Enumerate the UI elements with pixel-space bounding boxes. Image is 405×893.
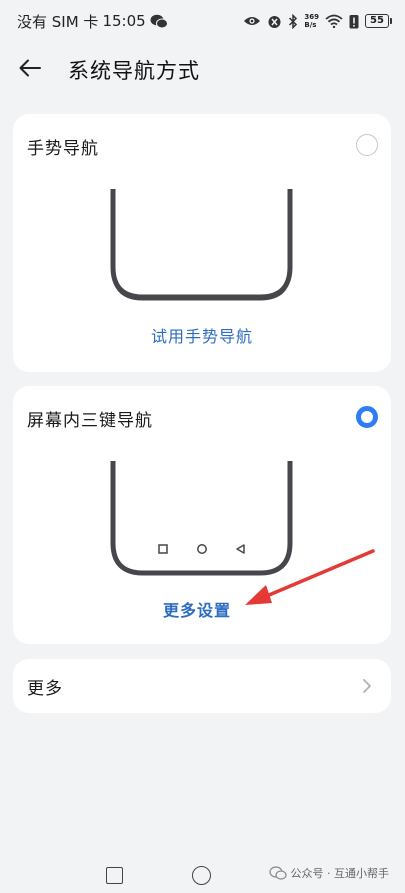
three-key-navigation-option[interactable]: 屏幕内三键导航 更多设置 — [13, 386, 391, 644]
page-title: 系统导航方式 — [68, 59, 200, 83]
more-label: 更多 — [27, 678, 63, 699]
arrow-left-icon — [18, 58, 42, 82]
clock: 15:05 — [102, 12, 146, 30]
status-bar: 没有 SIM 卡 15:05 369 B/s 55 — [0, 0, 405, 42]
net-speed-value: 369 — [304, 13, 319, 21]
status-right: 369 B/s 55 — [243, 13, 392, 29]
home-button[interactable] — [192, 866, 211, 885]
three-key-phone-illustration — [110, 461, 293, 578]
option-title: 手势导航 — [27, 139, 99, 159]
system-nav-bar: 公众号 · 互通小帮手 — [0, 858, 405, 893]
nav-home-glyph — [197, 544, 207, 554]
eye-icon — [243, 15, 261, 27]
nav-recents-glyph — [158, 544, 168, 554]
battery-level: 55 — [365, 14, 392, 28]
header: 系统导航方式 — [0, 48, 405, 92]
three-key-radio[interactable] — [356, 406, 378, 428]
watermark: 公众号 · 互通小帮手 — [268, 865, 390, 881]
network-speed: 369 B/s — [304, 13, 319, 29]
sim-status: 没有 SIM 卡 — [17, 12, 99, 31]
gesture-radio[interactable] — [356, 134, 378, 156]
option-title: 屏幕内三键导航 — [27, 411, 153, 431]
status-left: 没有 SIM 卡 15:05 — [17, 11, 168, 32]
gesture-navigation-option[interactable]: 手势导航 试用手势导航 — [13, 114, 391, 372]
alarm-icon — [267, 14, 282, 29]
back-button[interactable] — [18, 48, 62, 92]
gesture-phone-illustration — [110, 189, 293, 302]
wechat-official-account-icon — [268, 866, 287, 880]
net-speed-unit: B/s — [304, 21, 317, 29]
nav-back-glyph — [236, 544, 245, 554]
try-gesture-link[interactable]: 试用手势导航 — [13, 323, 391, 347]
bluetooth-icon — [288, 13, 298, 29]
wechat-icon — [150, 14, 168, 29]
more-row[interactable]: 更多 — [13, 659, 391, 713]
battery-alert-icon — [349, 14, 359, 29]
chevron-right-icon — [361, 678, 373, 694]
wifi-icon — [325, 14, 343, 28]
more-settings-link[interactable]: 更多设置 — [163, 597, 231, 621]
recents-button[interactable] — [106, 867, 123, 884]
watermark-text: 公众号 · 互通小帮手 — [290, 867, 390, 880]
